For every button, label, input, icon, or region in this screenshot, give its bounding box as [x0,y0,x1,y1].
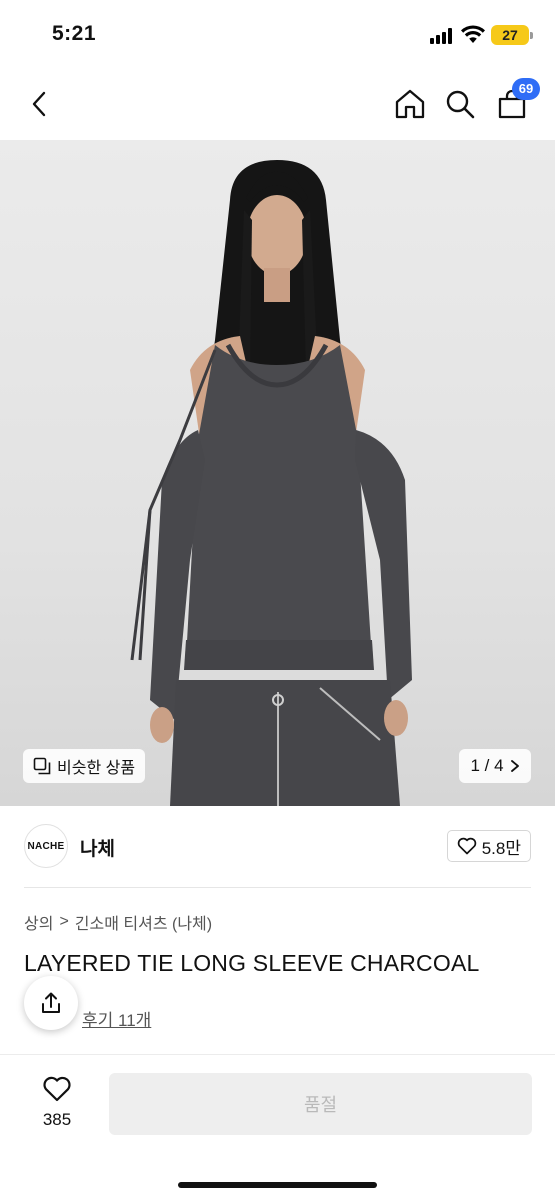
wishlist-count: 385 [42,1110,72,1129]
back-button[interactable] [20,84,60,124]
cart-button[interactable]: 69 [492,78,540,124]
brand-like-button[interactable]: 5.8만 [446,830,531,862]
image-pager[interactable]: 1 / 4 [459,749,531,783]
breadcrumb: 상의 > 긴소매 티셔츠 (나체) [24,910,212,934]
wishlist-button[interactable]: 385 [32,1075,82,1130]
breadcrumb-category[interactable]: 상의 [24,910,53,934]
similar-products-button[interactable]: 비슷한 상품 [23,749,146,783]
top-navigation: 69 [0,72,555,140]
signal-icon [430,28,456,44]
status-time: 5:21 [52,22,97,45]
home-button[interactable] [390,84,430,124]
cart-count-badge: 69 [512,78,540,100]
share-icon [42,992,60,1013]
product-photo [130,160,412,806]
heart-icon [43,1076,71,1102]
wifi-icon [461,25,485,43]
similar-products-label: 비슷한 상품 [57,760,136,777]
breadcrumb-separator: > [59,913,69,930]
reviews-link[interactable]: 후기 11개 [82,1006,151,1031]
brand-row: NACHE 나체 5.8만 [24,806,531,888]
search-icon [446,90,475,119]
page-indicator: 1 / 4 [470,756,504,775]
brand-like-count: 5.8만 [481,838,521,858]
status-bar: 5:21 27 [0,0,555,72]
home-icon [395,89,425,119]
bottom-action-bar: 385 품절 [0,1054,555,1200]
similar-items-icon [33,757,51,775]
home-indicator [178,1182,377,1188]
product-image-carousel[interactable]: 비슷한 상품 1 / 4 [0,140,555,806]
breadcrumb-subcategory[interactable]: 긴소매 티셔츠 (나체) [75,910,212,934]
heart-icon [457,837,476,855]
chevron-left-icon [32,91,46,117]
share-button[interactable] [24,976,78,1030]
brand-logo[interactable]: NACHE [24,824,68,868]
product-title: LAYERED TIE LONG SLEEVE CHARCOAL [24,950,480,976]
soldout-button[interactable]: 품절 [109,1073,532,1135]
chevron-right-icon [510,760,519,772]
brand-name[interactable]: 나체 [80,834,115,861]
search-button[interactable] [440,84,480,124]
battery-indicator: 27 [491,25,533,45]
